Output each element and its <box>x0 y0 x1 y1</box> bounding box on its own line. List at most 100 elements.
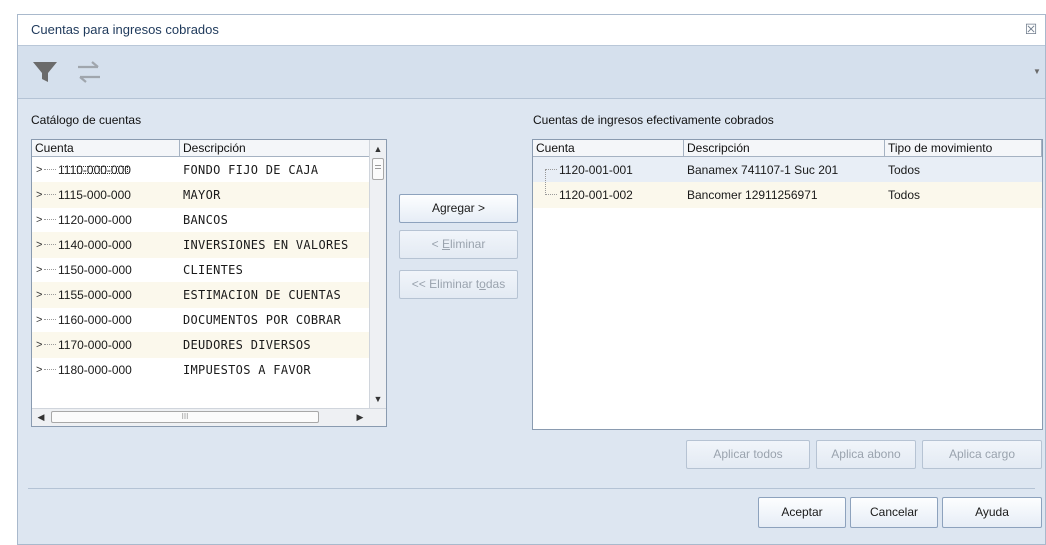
tree-line <box>44 244 56 245</box>
cuenta-cell: >1155-000-000 <box>32 282 180 308</box>
catalog-grid-header: Cuenta Descripción <box>32 140 370 157</box>
cuenta-text: 1150-000-000 <box>58 263 132 277</box>
footer-separator <box>28 488 1035 489</box>
descripcion-cell: BANCOS <box>183 213 229 227</box>
catalog-horizontal-scrollbar[interactable]: ◀ III ▶ <box>32 408 386 426</box>
close-icon[interactable]: ☒ <box>1023 21 1039 37</box>
expand-arrow-icon[interactable]: > <box>36 357 42 383</box>
scroll-left-icon[interactable]: ◀ <box>33 409 49 425</box>
cuenta-cell: >1120-000-000 <box>32 207 180 233</box>
tipo-cell: Todos <box>888 188 921 202</box>
expand-arrow-icon[interactable]: > <box>36 207 42 233</box>
descripcion-cell: INVERSIONES EN VALORES <box>183 238 349 252</box>
cuenta-text: 1120-001-001 <box>559 163 633 177</box>
toolbar-dropdown-icon[interactable]: ▼ <box>1033 67 1043 77</box>
cancelar-button[interactable]: Cancelar <box>850 497 938 528</box>
aplica-abono-button[interactable]: Aplica abono <box>816 440 916 469</box>
expand-arrow-icon[interactable]: > <box>36 182 42 208</box>
table-row[interactable]: >1140-000-000 INVERSIONES EN VALORES <box>32 232 370 258</box>
catalog-label: Catálogo de cuentas <box>31 113 141 127</box>
toolbar: ▼ <box>18 46 1045 99</box>
col-header-cuenta[interactable]: Cuenta <box>32 140 180 157</box>
cuenta-cell: >1115-000-000 <box>32 182 180 208</box>
col-header-cuenta[interactable]: Cuenta <box>533 140 684 157</box>
descripcion-cell: CLIENTES <box>183 263 244 277</box>
cuenta-text: 1110-000-000 <box>58 163 131 177</box>
eliminar-key: E <box>441 237 450 251</box>
expand-arrow-icon[interactable]: > <box>36 282 42 308</box>
aceptar-button[interactable]: Aceptar <box>758 497 846 528</box>
catalog-vertical-scrollbar[interactable]: ▲ ▼ <box>369 140 386 408</box>
cuenta-cell: >1160-000-000 <box>32 307 180 333</box>
expand-arrow-icon[interactable]: > <box>36 157 42 183</box>
eliminar-todas-pre: << Eliminar t <box>411 277 480 291</box>
table-row[interactable]: >1155-000-000 ESTIMACION DE CUENTAS <box>32 282 370 308</box>
table-row[interactable]: >1180-000-000 IMPUESTOS A FAVOR <box>32 357 370 383</box>
tree-line <box>44 269 56 270</box>
ayuda-button[interactable]: Ayuda <box>942 497 1042 528</box>
scroll-up-icon[interactable]: ▲ <box>370 141 386 157</box>
col-header-descripcion[interactable]: Descripción <box>180 140 370 157</box>
tree-line <box>545 194 557 195</box>
table-row[interactable]: 1120-001-002 Bancomer 12911256971 Todos <box>533 182 1042 208</box>
table-row[interactable]: 1120-001-001 Banamex 741107-1 Suc 201 Todo… <box>533 157 1042 183</box>
table-row[interactable]: >1110-000-000 FONDO FIJO DE CAJA <box>32 157 370 183</box>
tree-line <box>44 194 56 195</box>
cuenta-text: 1155-000-000 <box>58 288 132 302</box>
aplica-cargo-button[interactable]: Aplica cargo <box>922 440 1042 469</box>
descripcion-cell: DOCUMENTOS POR COBRAR <box>183 313 342 327</box>
aplicar-todos-button[interactable]: Aplicar todos <box>686 440 810 469</box>
title-bar: Cuentas para ingresos cobrados ☒ <box>18 15 1045 46</box>
cuenta-cell: >1170-000-000 <box>32 332 180 358</box>
cuenta-text: 1160-000-000 <box>58 313 132 327</box>
eliminar-button[interactable]: < Eliminar <box>399 230 518 259</box>
expand-arrow-icon[interactable]: > <box>36 232 42 258</box>
table-row[interactable]: >1150-000-000 CLIENTES <box>32 257 370 283</box>
dialog-window: Cuentas para ingresos cobrados ☒ ▼ Catál… <box>17 14 1046 545</box>
hscroll-thumb[interactable]: III <box>51 411 319 423</box>
table-row[interactable]: >1160-000-000 DOCUMENTOS POR COBRAR <box>32 307 370 333</box>
descripcion-cell: ESTIMACION DE CUENTAS <box>183 288 342 302</box>
ingresos-label: Cuentas de ingresos efectivamente cobrad… <box>533 113 774 127</box>
descripcion-cell: FONDO FIJO DE CAJA <box>183 163 319 177</box>
eliminar-todas-key: o <box>479 277 486 291</box>
col-header-tipo[interactable]: Tipo de movimiento <box>885 140 1042 157</box>
scroll-down-icon[interactable]: ▼ <box>370 391 386 407</box>
eliminar-pre: < <box>431 237 442 251</box>
expand-arrow-icon[interactable]: > <box>36 332 42 358</box>
scroll-thumb[interactable] <box>372 158 384 180</box>
tree-line <box>44 169 56 170</box>
tree-line <box>545 169 557 170</box>
eliminar-post: liminar <box>450 237 486 251</box>
tree-line <box>44 344 56 345</box>
cuenta-cell: >1150-000-000 <box>32 257 180 283</box>
col-header-descripcion[interactable]: Descripción <box>684 140 885 157</box>
descripcion-cell: Banamex 741107-1 Suc 201 <box>687 163 839 177</box>
tipo-cell: Todos <box>888 163 921 177</box>
table-row[interactable]: >1120-000-000 BANCOS <box>32 207 370 233</box>
ingresos-grid-header: Cuenta Descripción Tipo de movimiento <box>533 140 1042 157</box>
cuenta-cell: >1140-000-000 <box>32 232 180 258</box>
expand-arrow-icon[interactable]: > <box>36 257 42 283</box>
tree-line <box>44 219 56 220</box>
cuenta-text: 1140-000-000 <box>58 238 132 252</box>
table-row[interactable]: >1115-000-000 MAYOR <box>32 182 370 208</box>
catalog-grid[interactable]: Cuenta Descripción >1110-000-000 FONDO FI… <box>31 139 387 427</box>
descripcion-cell: IMPUESTOS A FAVOR <box>183 363 311 377</box>
scroll-right-icon[interactable]: ▶ <box>352 409 368 425</box>
descripcion-cell: MAYOR <box>183 188 221 202</box>
cuenta-cell: 1120-001-001 <box>533 157 684 183</box>
cuenta-cell: >1180-000-000 <box>32 357 180 383</box>
catalog-label-text: Catálogo de cuentas <box>31 113 142 127</box>
ingresos-grid[interactable]: Cuenta Descripción Tipo de movimiento 11… <box>532 139 1043 430</box>
eliminar-todas-button[interactable]: << Eliminar todas <box>399 270 518 299</box>
tree-line <box>545 169 546 183</box>
table-row[interactable]: >1170-000-000 DEUDORES DIVERSOS <box>32 332 370 358</box>
filter-icon[interactable] <box>30 58 60 86</box>
agregar-button[interactable]: Agregar > <box>399 194 518 223</box>
dialog-title: Cuentas para ingresos cobrados <box>31 22 219 37</box>
expand-arrow-icon[interactable]: > <box>36 307 42 333</box>
swap-arrows-icon[interactable] <box>74 58 104 86</box>
cuenta-cell: >1110-000-000 <box>32 157 180 183</box>
tree-line <box>44 319 56 320</box>
